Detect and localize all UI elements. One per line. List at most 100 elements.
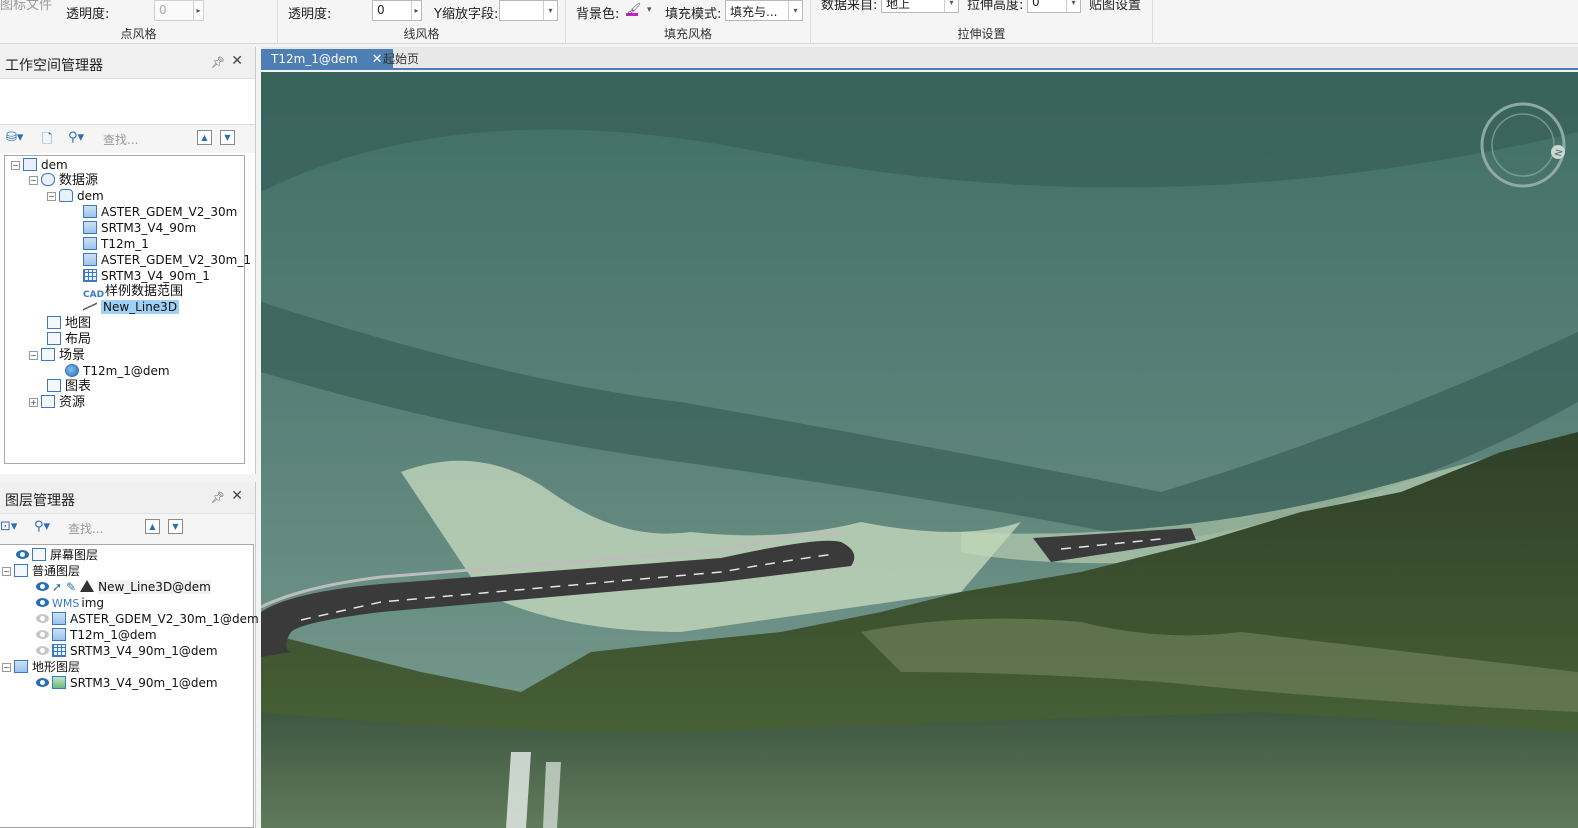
tree-node-maps[interactable]: 地图 bbox=[47, 315, 91, 331]
tree-node-dataset[interactable]: ASTER_GDEM_V2_30m bbox=[83, 204, 237, 220]
map-icon bbox=[47, 316, 61, 329]
fill-color-icon[interactable]: 🖌 bbox=[626, 2, 641, 16]
tree-node-layouts[interactable]: 布局 bbox=[47, 331, 91, 347]
raster-icon bbox=[52, 628, 66, 641]
layer-item[interactable]: ASTER_GDEM_V2_30m_1@dem bbox=[36, 611, 259, 627]
scene-render: N bbox=[261, 72, 1578, 828]
search-down-button[interactable]: ▼ bbox=[168, 519, 183, 534]
tree-node-dataset[interactable]: SRTM3_V4_90m_1 bbox=[83, 268, 210, 284]
point-opacity-label: 透明度: bbox=[66, 7, 110, 22]
tree-label: New_Line3D bbox=[101, 300, 180, 314]
tree-label: 资源 bbox=[59, 395, 86, 410]
chevron-down-icon[interactable]: ▾ bbox=[543, 1, 557, 20]
tree-node-datasources[interactable]: − 数据源 bbox=[29, 172, 98, 188]
point-opacity-value: 0 bbox=[159, 3, 167, 17]
tree-node-charts[interactable]: 图表 bbox=[47, 378, 91, 394]
tree-label: SRTM3_V4_90m_1@dem bbox=[70, 676, 218, 690]
spin-arrow-icon[interactable]: ▸ bbox=[193, 1, 203, 20]
y-scale-combo[interactable]: ▾ bbox=[499, 0, 558, 21]
fill-mode-value: 填充与... bbox=[730, 5, 778, 19]
screen-layer-icon bbox=[32, 548, 46, 561]
layer-node-normal[interactable]: − 普通图层 bbox=[2, 563, 80, 579]
workspace-tree: − dem − 数据源 − dem ASTER_GDEM_V2_30m SRTM3_V… bbox=[4, 155, 251, 464]
tree-node-resources[interactable]: + 资源 bbox=[29, 394, 85, 410]
tree-label: 布局 bbox=[65, 332, 92, 347]
chevron-down-icon[interactable]: ▾ bbox=[944, 0, 958, 12]
source-combo[interactable]: 地上 ▾ bbox=[881, 0, 959, 13]
eye-icon[interactable] bbox=[36, 614, 49, 623]
tree-label: 地图 bbox=[65, 316, 92, 331]
height-combo[interactable]: 0 ▾ bbox=[1027, 0, 1081, 13]
layer-item[interactable]: T12m_1@dem bbox=[36, 627, 157, 643]
chevron-down-icon[interactable]: ▾ bbox=[1066, 0, 1080, 12]
workspace-manager-title: 工作空间管理器 bbox=[5, 58, 103, 74]
tree-node-dataset-selected[interactable]: New_Line3D bbox=[83, 299, 180, 315]
point-style-group-label: 点风格 bbox=[120, 27, 157, 41]
pin-icon[interactable]: 📌︎ bbox=[211, 491, 225, 504]
eye-icon[interactable] bbox=[36, 582, 49, 591]
raster-icon bbox=[52, 612, 66, 625]
pin-icon[interactable]: 📌︎ bbox=[211, 56, 225, 69]
tree-label: 普通图层 bbox=[32, 564, 81, 578]
y-scale-label: Y缩放字段: bbox=[434, 7, 499, 22]
point-opacity-input[interactable]: 0 ▸ bbox=[154, 0, 204, 21]
layer-item[interactable]: WMS img bbox=[36, 595, 104, 611]
close-icon[interactable]: ✕ bbox=[231, 488, 243, 504]
tree-label: ASTER_GDEM_V2_30m_1 bbox=[101, 253, 251, 267]
layer-item[interactable]: ➚ ✎ New_Line3D@dem bbox=[36, 579, 211, 595]
eye-icon[interactable] bbox=[36, 678, 49, 687]
search-down-button[interactable]: ▼ bbox=[220, 130, 235, 145]
layer-item[interactable]: SRTM3_V4_90m_1@dem bbox=[36, 675, 218, 691]
layer-node-terrain[interactable]: − 地形图层 bbox=[2, 659, 80, 675]
tree-node-dataset[interactable]: SRTM3_V4_90m bbox=[83, 220, 196, 236]
search-up-button[interactable]: ▲ bbox=[145, 519, 160, 534]
select-arrow-icon[interactable]: ➚ bbox=[52, 580, 62, 594]
chevron-down-icon[interactable]: ▾ bbox=[647, 5, 652, 15]
chevron-down-icon[interactable]: ▾ bbox=[788, 1, 802, 20]
tree-node-dataset[interactable]: CAD样例数据范围 bbox=[83, 283, 183, 300]
raster-icon bbox=[83, 237, 97, 250]
search-up-button[interactable]: ▲ bbox=[197, 130, 212, 145]
workspace-icon bbox=[23, 158, 37, 171]
line-opacity-value: 0 bbox=[377, 3, 385, 17]
workspace-manager-header: 工作空间管理器 📌︎ ✕ bbox=[0, 47, 255, 79]
tree-node-dataset[interactable]: T12m_1 bbox=[83, 236, 149, 252]
layer-item[interactable]: SRTM3_V4_90m_1@dem bbox=[36, 643, 218, 659]
layer-node-screen[interactable]: 屏幕图层 bbox=[16, 547, 98, 563]
icon-file-label[interactable]: 图标文件 bbox=[0, 0, 52, 13]
edit-pencil-icon[interactable]: ✎ bbox=[66, 580, 76, 594]
add-layer-icon[interactable]: ⊡▾ bbox=[0, 519, 17, 534]
tab-start-page[interactable]: 起始页 bbox=[373, 49, 429, 70]
grid-icon bbox=[52, 644, 66, 657]
open-workspace-icon[interactable]: ⛁▾ bbox=[6, 130, 23, 145]
tree-label: 地形图层 bbox=[32, 660, 81, 674]
eye-icon[interactable] bbox=[36, 630, 49, 639]
workspace-search-input[interactable]: 查找... bbox=[103, 131, 138, 148]
map-settings-button[interactable]: 贴图设置 bbox=[1089, 0, 1141, 13]
eye-icon[interactable] bbox=[36, 598, 49, 607]
raster-icon bbox=[83, 221, 97, 234]
tree-label: ASTER_GDEM_V2_30m bbox=[101, 205, 238, 219]
eye-icon[interactable] bbox=[16, 550, 29, 559]
fill-mode-combo[interactable]: 填充与... ▾ bbox=[725, 0, 803, 21]
eye-icon[interactable] bbox=[36, 646, 49, 655]
database-icon bbox=[59, 189, 73, 202]
close-icon[interactable]: ✕ bbox=[231, 53, 243, 69]
workspace-manager-panel: 工作空间管理器 📌︎ ✕ ⛁▾ 🗋︎ ⚲▾ 查找... ▲ ▼ − dem − 数据… bbox=[0, 47, 256, 474]
spin-arrow-icon[interactable]: ▸ bbox=[411, 1, 421, 20]
tree-node-scenes[interactable]: − 场景 bbox=[29, 347, 85, 363]
new-document-icon[interactable]: 🗋︎ bbox=[42, 130, 52, 152]
tree-node-scene-item[interactable]: T12m_1@dem bbox=[65, 363, 170, 379]
tree-label: SRTM3_V4_90m_1@dem bbox=[70, 644, 218, 658]
tree-label: 场景 bbox=[59, 348, 86, 363]
search-icon[interactable]: ⚲▾ bbox=[34, 519, 50, 534]
tree-node-datasource-dem[interactable]: − dem bbox=[47, 188, 104, 204]
layer-search-input[interactable]: 查找... bbox=[68, 520, 103, 537]
terrain-icon bbox=[52, 676, 66, 689]
line-opacity-input[interactable]: 0 ▸ bbox=[372, 0, 422, 21]
tree-node-root[interactable]: − dem bbox=[11, 157, 68, 173]
search-icon[interactable]: ⚲▾ bbox=[68, 130, 84, 145]
tree-node-dataset[interactable]: ASTER_GDEM_V2_30m_1 bbox=[83, 252, 251, 268]
source-label: 数据来自: bbox=[821, 0, 878, 13]
scene-view[interactable]: N bbox=[261, 72, 1578, 828]
